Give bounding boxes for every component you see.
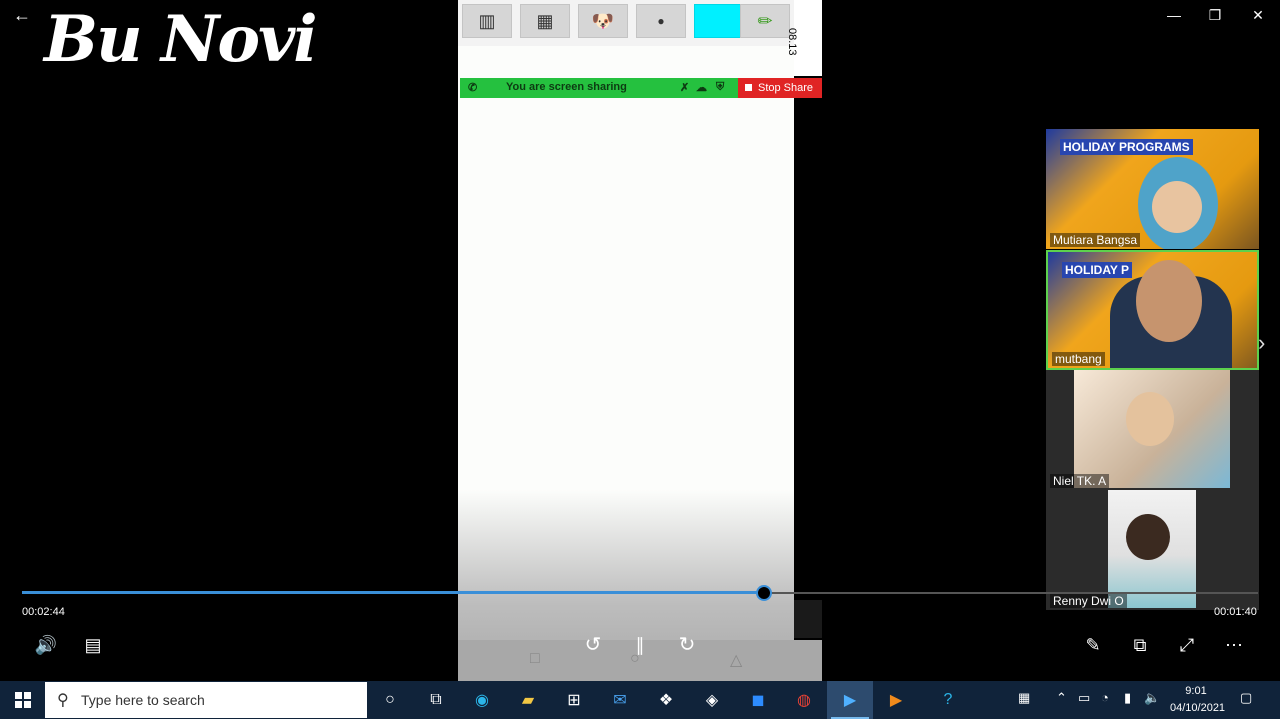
next-page-icon[interactable]: ›	[1258, 330, 1265, 356]
close-button[interactable]: ✕	[1236, 2, 1280, 28]
sticker-icon[interactable]: 🐶	[578, 4, 628, 38]
banner-title: HOLIDAY PROGRAMS	[1060, 139, 1193, 155]
participant-name: Niel TK. A	[1050, 474, 1110, 488]
captions-icon[interactable]: ▤	[78, 632, 108, 658]
phone-side-strip	[794, 600, 822, 638]
cloud-icon[interactable]: ☁	[696, 81, 707, 94]
screen-sharing-text: You are screen sharing	[506, 81, 627, 93]
skip-forward-30-icon[interactable]: ↻	[672, 632, 702, 658]
elapsed-time: 00:02:44	[22, 606, 65, 618]
seek-thumb[interactable]	[755, 585, 772, 601]
color-swatch-icon[interactable]	[694, 4, 744, 38]
skip-back-10-icon[interactable]: ↺	[578, 632, 608, 658]
banner-title: HOLIDAY P	[1062, 262, 1133, 278]
seek-bar-fill	[22, 591, 764, 594]
dropbox-icon[interactable]: ❖	[643, 681, 689, 719]
stop-share-button[interactable]: Stop Share	[738, 78, 822, 98]
mic-muted-icon[interactable]: ✗	[680, 81, 689, 94]
edit-pencil-icon[interactable]: ✎	[1078, 632, 1108, 658]
wifi-icon[interactable]: ◔	[1101, 690, 1109, 705]
battery-icon[interactable]: ▭	[1078, 690, 1090, 706]
participant-name: Renny Dwi O	[1050, 594, 1127, 608]
brush-size-icon[interactable]: ●	[636, 4, 686, 38]
brush-set-icon[interactable]: ▥	[462, 4, 512, 38]
task-view-icon[interactable]: ⧉	[413, 681, 459, 719]
volume-muted-icon[interactable]: 🔈	[1144, 690, 1160, 706]
app-icon[interactable]: ◈	[689, 681, 735, 719]
pencil-tool-icon[interactable]: ✏	[740, 4, 790, 38]
store-icon[interactable]: ⊞	[551, 681, 597, 719]
logo: Bu Novi	[44, 2, 318, 77]
participant-face	[1126, 514, 1170, 560]
drawing-toolbar: ▥ ▦ 🐶 ● ✏	[458, 0, 794, 46]
file-explorer-icon[interactable]: ▰	[505, 681, 551, 719]
participant-tile[interactable]: HOLIDAY PROGRAMS Mutiara Bangsa	[1046, 129, 1259, 249]
back-icon[interactable]: △	[730, 650, 742, 670]
shared-phone-screen: ▥ ▦ 🐶 ● ✏	[458, 0, 794, 680]
screen-share-bar: ✆ You are screen sharing ✗ ☁ ⛨	[460, 78, 738, 98]
news-icon[interactable]: ▦	[1018, 690, 1030, 706]
pause-icon[interactable]: ∥	[625, 632, 655, 658]
volume-icon[interactable]: 🔊	[31, 632, 61, 658]
participant-face	[1126, 392, 1174, 446]
windows-start-icon[interactable]	[0, 681, 45, 719]
chrome-icon[interactable]: ◍	[781, 681, 827, 719]
participant-face	[1152, 181, 1202, 233]
participant-tile-active[interactable]: HOLIDAY P mutbang	[1046, 250, 1259, 370]
show-hidden-icons[interactable]: ⌃	[1056, 690, 1067, 706]
notification-icon[interactable]: ▢	[1240, 690, 1252, 706]
shield-icon: ⛨	[716, 81, 725, 93]
back-arrow-icon[interactable]: ←	[8, 4, 36, 26]
participant-name: mutbang	[1052, 352, 1105, 366]
participant-face	[1136, 260, 1202, 342]
video-player-icon[interactable]: ▶	[873, 681, 919, 719]
participant-name: Mutiara Bangsa	[1050, 233, 1141, 247]
minimize-button[interactable]: —	[1152, 2, 1196, 28]
zoom-icon[interactable]: ◼	[735, 681, 781, 719]
restore-button[interactable]: ❐	[1193, 2, 1237, 28]
fullscreen-icon[interactable]: ⤢	[1172, 632, 1202, 658]
mail-icon[interactable]: ✉	[597, 681, 643, 719]
clock-time[interactable]: 9:01	[1185, 685, 1207, 697]
phone-status-strip	[794, 0, 822, 76]
microphone-icon[interactable]: ▮	[1124, 690, 1131, 706]
mini-view-icon[interactable]: ⧉	[1125, 632, 1155, 658]
clock-date[interactable]: 04/10/2021	[1170, 702, 1225, 714]
phone-share-icon: ✆	[468, 82, 478, 94]
search-box[interactable]: ⚲ Type here to search	[45, 682, 367, 718]
more-options-icon[interactable]: ⋯	[1219, 632, 1249, 658]
phone-status-time: 08.13	[786, 28, 798, 56]
film-strip-icon[interactable]: ▦	[520, 4, 570, 38]
help-icon[interactable]: ?	[925, 681, 971, 719]
search-icon: ⚲	[57, 692, 69, 709]
movies-tv-icon[interactable]: ▶	[827, 681, 873, 719]
participant-tile[interactable]: Niel TK. A	[1046, 370, 1259, 490]
search-placeholder: Type here to search	[81, 692, 205, 708]
edge-icon[interactable]: ◉	[459, 681, 505, 719]
cortana-icon[interactable]: ○	[367, 681, 413, 719]
remaining-time: 00:01:40	[1214, 606, 1257, 618]
recent-apps-icon[interactable]: □	[530, 650, 540, 668]
